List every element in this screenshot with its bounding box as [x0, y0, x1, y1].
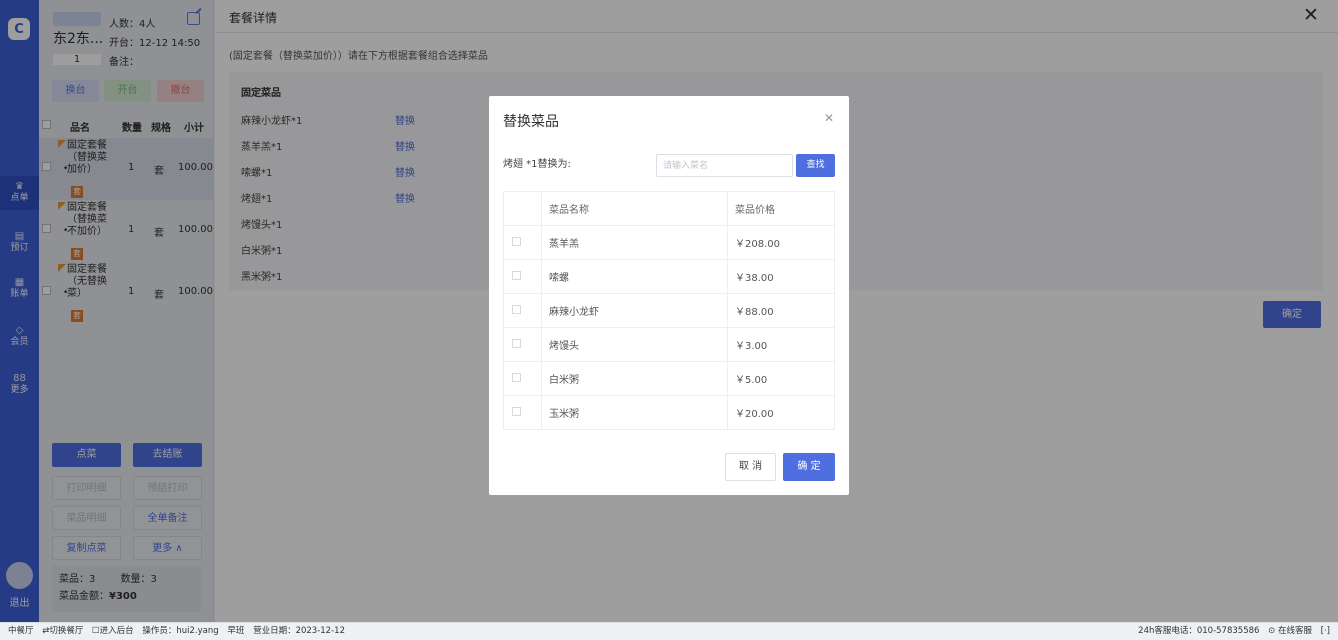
modal-ok-button[interactable]: 确 定: [783, 453, 835, 481]
dish-price: ￥3.00: [727, 327, 835, 362]
search-button[interactable]: 查找: [796, 154, 835, 177]
dish-name: 玉米粥: [541, 395, 728, 430]
modal-title: 替换菜品: [503, 114, 559, 130]
dish-price: ￥38.00: [727, 259, 835, 294]
fullscreen-icon[interactable]: [·]: [1321, 626, 1330, 636]
online-service-link[interactable]: ⊙ 在线客服: [1268, 626, 1312, 636]
dish-name: 白米粥: [541, 361, 728, 396]
dish-checkbox-cell: [503, 293, 542, 328]
dish-checkbox[interactable]: [512, 406, 521, 416]
dish-checkbox-cell: [503, 327, 542, 362]
business-date: 营业日期：2023-12-12: [253, 626, 345, 636]
replace-label: 烤翅 *1替换为:: [503, 159, 571, 170]
dish-table: 菜品名称 菜品价格 蒸羊羔 ￥208.00 嗦螺 ￥38.00 麻辣小龙虾 ￥88.00 烤…: [503, 191, 835, 430]
dish-name: 嗦螺: [541, 259, 728, 294]
header-checkbox-cell: [503, 191, 542, 226]
dish-table-row[interactable]: 麻辣小龙虾 ￥88.00: [503, 293, 835, 328]
dish-checkbox-cell: [503, 361, 542, 396]
dish-name: 麻辣小龙虾: [541, 293, 728, 328]
dish-table-row[interactable]: 嗦螺 ￥38.00: [503, 259, 835, 294]
dish-name: 蒸羊羔: [541, 225, 728, 260]
dish-table-row[interactable]: 玉米粥 ￥20.00: [503, 395, 835, 430]
dish-checkbox[interactable]: [512, 338, 521, 348]
dish-checkbox-cell: [503, 225, 542, 260]
dish-checkbox-cell: [503, 259, 542, 294]
restaurant-name: 中餐厅: [8, 626, 34, 636]
dish-search-input[interactable]: [656, 154, 793, 177]
dish-checkbox[interactable]: [512, 372, 521, 382]
dish-checkbox[interactable]: [512, 304, 521, 314]
modal-close-icon[interactable]: ✕: [824, 111, 834, 125]
col-dish-name: 菜品名称: [541, 191, 728, 226]
dish-price: ￥5.00: [727, 361, 835, 396]
switch-restaurant-link[interactable]: ⇄切换餐厅: [42, 626, 83, 636]
dish-price: ￥20.00: [727, 395, 835, 430]
shift: 早班: [227, 626, 245, 636]
modal-cancel-button[interactable]: 取 消: [725, 453, 776, 481]
backend-link[interactable]: ☐进入后台: [92, 626, 134, 636]
dish-name: 烤馒头: [541, 327, 728, 362]
hotline: 24h客服电话：010-57835586: [1138, 626, 1260, 636]
dish-checkbox-cell: [503, 395, 542, 430]
status-bar: 中餐厅 ⇄切换餐厅 ☐进入后台 操作员：hui2.yang 早班 营业日期：20…: [0, 622, 1338, 640]
dish-checkbox[interactable]: [512, 270, 521, 280]
dish-price: ￥88.00: [727, 293, 835, 328]
dish-table-row[interactable]: 蒸羊羔 ￥208.00: [503, 225, 835, 260]
dish-checkbox[interactable]: [512, 236, 521, 246]
dish-table-header: 菜品名称 菜品价格: [503, 191, 835, 226]
dish-table-row[interactable]: 白米粥 ￥5.00: [503, 361, 835, 396]
dish-price: ￥208.00: [727, 225, 835, 260]
operator: 操作员：hui2.yang: [142, 626, 219, 636]
col-dish-price: 菜品价格: [727, 191, 835, 226]
dish-table-row[interactable]: 烤馒头 ￥3.00: [503, 327, 835, 362]
replace-dish-modal: 替换菜品 ✕ 烤翅 *1替换为: 查找 菜品名称 菜品价格 蒸羊羔￥208.00…: [489, 96, 849, 495]
